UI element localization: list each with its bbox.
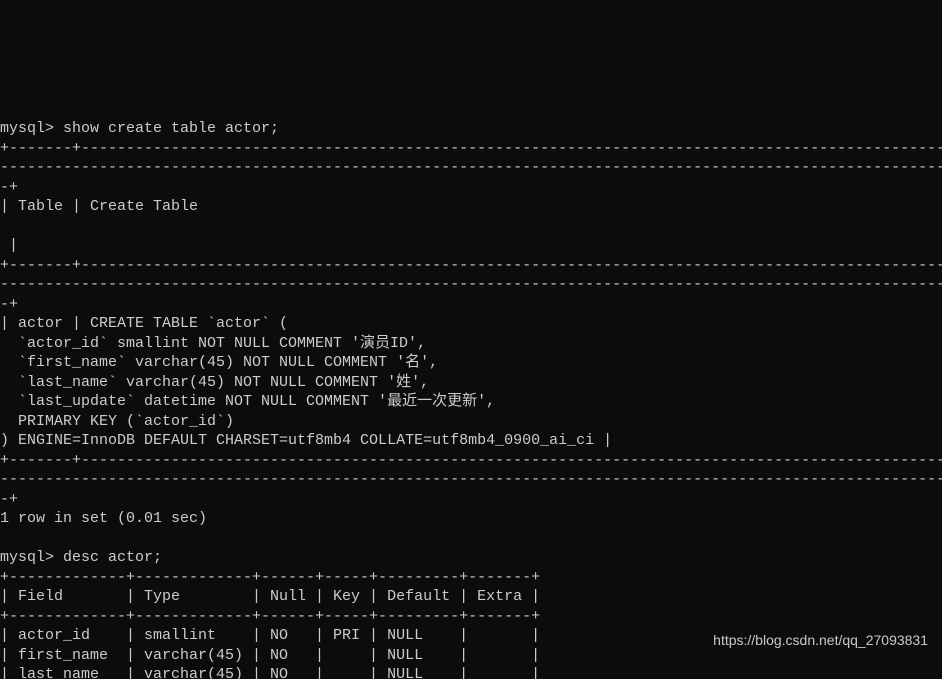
table-border: ----------------------------------------…: [0, 276, 942, 293]
table-header-row: | Table | Create Table: [0, 198, 198, 215]
desc-table-border: +-------------+-------------+------+----…: [0, 569, 540, 586]
create-table-line: `last_name` varchar(45) NOT NULL COMMENT…: [0, 374, 429, 391]
desc-table-row: | actor_id | smallint | NO | PRI | NULL …: [0, 627, 540, 644]
create-table-line: | actor | CREATE TABLE `actor` (: [0, 315, 288, 332]
rows-in-set: 1 row in set (0.01 sec): [0, 510, 207, 527]
desc-table-header: | Field | Type | Null | Key | Default | …: [0, 588, 540, 605]
desc-table-border: +-------------+-------------+------+----…: [0, 608, 540, 625]
table-border: -+: [0, 179, 18, 196]
create-table-line: `first_name` varchar(45) NOT NULL COMMEN…: [0, 354, 438, 371]
desc-table-row: | first_name | varchar(45) | NO | | NULL…: [0, 647, 540, 664]
create-table-line: PRIMARY KEY (`actor_id`): [0, 413, 234, 430]
create-table-line: `actor_id` smallint NOT NULL COMMENT '演员…: [0, 335, 426, 352]
table-pad: |: [0, 237, 18, 254]
table-border: ----------------------------------------…: [0, 159, 942, 176]
table-border: +-------+-------------------------------…: [0, 452, 942, 469]
table-border: +-------+-------------------------------…: [0, 257, 942, 274]
table-border: ----------------------------------------…: [0, 471, 942, 488]
terminal-output: mysql> show create table actor; +-------…: [0, 98, 942, 679]
table-border: +-------+-------------------------------…: [0, 140, 942, 157]
watermark-link[interactable]: https://blog.csdn.net/qq_27093831: [713, 631, 928, 649]
table-border: -+: [0, 491, 18, 508]
create-table-line: `last_update` datetime NOT NULL COMMENT …: [0, 393, 495, 410]
mysql-prompt-line[interactable]: mysql> show create table actor;: [0, 120, 279, 137]
desc-table-row: | last_name | varchar(45) | NO | | NULL …: [0, 666, 540, 679]
create-table-line: ) ENGINE=InnoDB DEFAULT CHARSET=utf8mb4 …: [0, 432, 612, 449]
mysql-prompt-line[interactable]: mysql> desc actor;: [0, 549, 162, 566]
table-border: -+: [0, 296, 18, 313]
